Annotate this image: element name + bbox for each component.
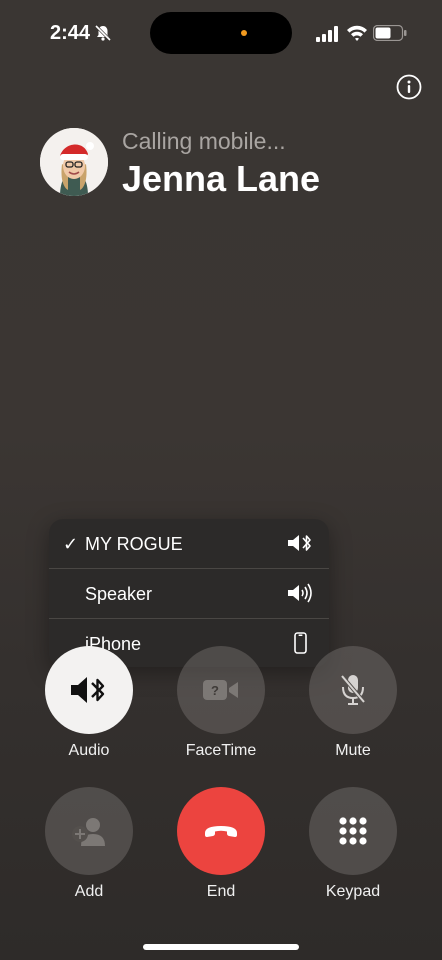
- end-label: End: [206, 883, 236, 900]
- facetime-label: FaceTime: [185, 742, 257, 759]
- iphone-icon: [294, 632, 307, 654]
- mute-label: Mute: [335, 742, 371, 759]
- audio-route-menu: ✓ MY ROGUE Speaker iPhone: [49, 519, 329, 667]
- call-status: Calling mobile...: [122, 128, 286, 154]
- facetime-camera-icon: ?: [203, 680, 238, 700]
- wifi-icon: [347, 25, 367, 41]
- speaker-bluetooth-icon: [71, 677, 105, 703]
- status-time: 2:44: [50, 22, 91, 44]
- checkmark-icon: ✓: [63, 534, 79, 554]
- speaker-bluetooth-icon: [288, 535, 311, 551]
- contact-avatar: [40, 128, 108, 196]
- contact-name: Jenna Lane: [122, 158, 321, 199]
- audio-label: Audio: [68, 742, 110, 759]
- mute-button[interactable]: [309, 646, 397, 734]
- avatar-photo: [40, 128, 108, 196]
- add-person-icon: [72, 818, 105, 846]
- facetime-button[interactable]: ?: [177, 646, 265, 734]
- signal-icon: [316, 26, 338, 42]
- keypad-label: Keypad: [325, 883, 381, 900]
- dynamic-island: [150, 12, 292, 54]
- speaker-wave-icon: [288, 583, 312, 603]
- menu-item-label: Speaker: [85, 584, 153, 604]
- add-call-button[interactable]: [45, 787, 133, 875]
- battery-icon: [373, 25, 407, 41]
- menu-item-label: MY ROGUE: [85, 534, 183, 554]
- svg-text:?: ?: [211, 683, 219, 698]
- info-icon[interactable]: [396, 74, 422, 100]
- audio-button[interactable]: [45, 646, 133, 734]
- keypad-button[interactable]: [309, 787, 397, 875]
- mic-indicator-dot: [241, 30, 247, 36]
- audio-route-my-rogue[interactable]: ✓ MY ROGUE: [49, 519, 329, 569]
- status-bar: 2:44: [0, 0, 442, 64]
- keypad-icon: [339, 817, 367, 845]
- audio-route-speaker[interactable]: Speaker: [49, 569, 329, 619]
- home-indicator[interactable]: [143, 944, 299, 950]
- add-label: Add: [74, 883, 104, 900]
- phone-hangup-icon: [205, 826, 237, 837]
- end-call-button[interactable]: [177, 787, 265, 875]
- mic-slash-icon: [340, 674, 366, 705]
- bell-slash-icon: [94, 24, 112, 42]
